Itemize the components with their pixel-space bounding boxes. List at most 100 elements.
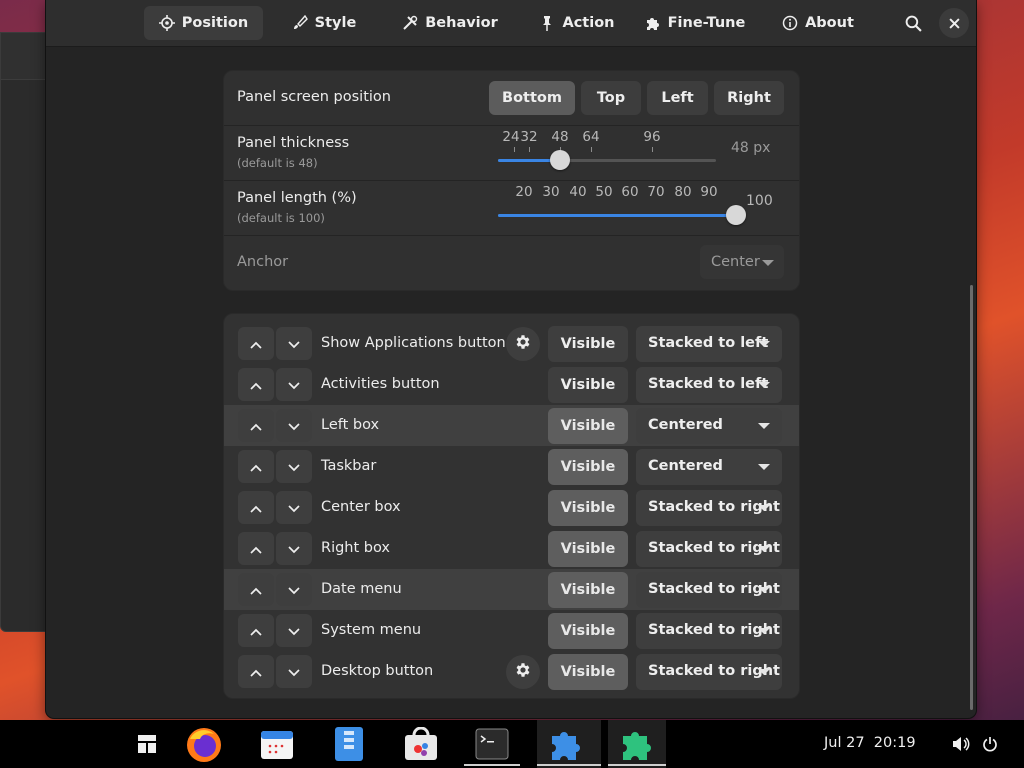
element-position-value: Stacked to left: [648, 335, 769, 351]
visibility-toggle[interactable]: Visible: [548, 613, 628, 649]
terminal-icon[interactable]: [472, 724, 512, 764]
length-label: Panel length (%): [237, 190, 357, 206]
move-down-button[interactable]: [276, 450, 312, 483]
close-button[interactable]: [939, 8, 969, 38]
length-default: (default is 100): [237, 211, 325, 225]
element-position-value: Centered: [648, 417, 723, 433]
move-down-button[interactable]: [276, 614, 312, 647]
element-position-dropdown[interactable]: Stacked to right: [636, 654, 782, 690]
move-down-button[interactable]: [276, 409, 312, 442]
element-position-dropdown[interactable]: Stacked to left: [636, 367, 782, 403]
move-up-button[interactable]: [238, 532, 274, 565]
chevron-down-icon: [288, 621, 300, 640]
length-mark: 70: [647, 184, 665, 200]
search-icon: [905, 15, 922, 32]
background-window[interactable]: [0, 32, 50, 632]
files-icon[interactable]: [329, 724, 369, 764]
software-store-icon[interactable]: [401, 724, 441, 764]
clock[interactable]: Jul 27 20:19: [824, 735, 916, 751]
tab-fine-tune[interactable]: Fine-Tune: [644, 6, 746, 40]
move-down-button[interactable]: [276, 532, 312, 565]
element-row: Activities button Visible Stacked to left: [224, 364, 799, 405]
panel-geometry-card: Panel screen position Bottom Top Left Ri…: [223, 70, 800, 291]
chevron-down-icon: [758, 382, 770, 388]
position-top-button[interactable]: Top: [581, 81, 641, 115]
move-down-button[interactable]: [276, 655, 312, 688]
move-up-button[interactable]: [238, 491, 274, 524]
tab-position[interactable]: Position: [144, 6, 263, 40]
app-grid-icon[interactable]: [127, 724, 167, 764]
element-position-dropdown[interactable]: Centered: [636, 449, 782, 485]
element-position-dropdown[interactable]: Stacked to right: [636, 531, 782, 567]
crosshair-icon: [158, 15, 175, 31]
visibility-toggle[interactable]: Visible: [548, 531, 628, 567]
element-settings-button[interactable]: [506, 327, 540, 361]
tab-style[interactable]: Style: [286, 6, 362, 40]
element-position-dropdown[interactable]: Stacked to right: [636, 572, 782, 608]
move-up-button[interactable]: [238, 327, 274, 360]
length-row: Panel length (%) (default is 100) 20 30 …: [224, 180, 799, 236]
dash-to-panel-settings-icon[interactable]: [617, 724, 657, 764]
visibility-toggle[interactable]: Visible: [548, 449, 628, 485]
tab-about[interactable]: About: [782, 6, 854, 40]
tab-label: Behavior: [425, 15, 498, 31]
element-settings-button[interactable]: [506, 655, 540, 689]
move-up-button[interactable]: [238, 409, 274, 442]
anchor-label: Anchor: [237, 254, 289, 270]
scrollbar[interactable]: [970, 285, 973, 710]
element-position-dropdown[interactable]: Stacked to right: [636, 613, 782, 649]
element-position-dropdown[interactable]: Stacked to right: [636, 490, 782, 526]
anchor-dropdown[interactable]: Center: [700, 245, 784, 279]
length-mark: 20: [515, 184, 533, 200]
thickness-default: (default is 48): [237, 156, 318, 170]
position-right-button[interactable]: Right: [714, 81, 784, 115]
tab-action[interactable]: Action: [533, 6, 621, 40]
firefox-icon[interactable]: [184, 724, 224, 764]
visibility-toggle[interactable]: Visible: [548, 490, 628, 526]
thickness-mark: 32: [520, 129, 538, 145]
move-up-button[interactable]: [238, 614, 274, 647]
anchor-row: Anchor Center: [224, 235, 799, 290]
move-up-button[interactable]: [238, 655, 274, 688]
chevron-down-icon: [762, 260, 774, 266]
chevron-down-icon: [288, 580, 300, 599]
chevron-up-icon: [250, 662, 262, 681]
chevron-down-icon: [288, 539, 300, 558]
brush-icon: [293, 15, 308, 29]
thickness-slider-handle[interactable]: [550, 150, 570, 170]
gear-icon: [514, 333, 532, 355]
move-up-button[interactable]: [238, 450, 274, 483]
visibility-toggle[interactable]: Visible: [548, 367, 628, 403]
position-bottom-button[interactable]: Bottom: [489, 81, 575, 115]
element-position-dropdown[interactable]: Stacked to left: [636, 326, 782, 362]
element-position-dropdown[interactable]: Centered: [636, 408, 782, 444]
search-button[interactable]: [898, 8, 928, 38]
move-down-button[interactable]: [276, 327, 312, 360]
extensions-icon[interactable]: [546, 724, 586, 764]
power-icon[interactable]: [971, 724, 1009, 764]
visibility-toggle[interactable]: Visible: [548, 408, 628, 444]
element-name: Activities button: [321, 376, 440, 392]
length-slider-handle[interactable]: [726, 205, 746, 225]
move-down-button[interactable]: [276, 368, 312, 401]
chevron-up-icon: [250, 334, 262, 353]
chevron-down-icon: [758, 341, 770, 347]
move-up-button[interactable]: [238, 573, 274, 606]
time-text: 20:19: [873, 735, 916, 751]
thickness-mark: 96: [643, 129, 661, 145]
element-name: Taskbar: [321, 458, 377, 474]
move-down-button[interactable]: [276, 573, 312, 606]
move-down-button[interactable]: [276, 491, 312, 524]
visibility-toggle[interactable]: Visible: [548, 572, 628, 608]
element-row: Right box Visible Stacked to right: [224, 528, 799, 569]
element-row: Desktop button Visible Stacked to right: [224, 651, 799, 692]
thickness-mark: 64: [582, 129, 600, 145]
position-left-button[interactable]: Left: [647, 81, 708, 115]
calendar-icon[interactable]: [257, 724, 297, 764]
length-value: 100: [746, 193, 773, 209]
tab-label: Action: [562, 15, 615, 31]
move-up-button[interactable]: [238, 368, 274, 401]
visibility-toggle[interactable]: Visible: [548, 326, 628, 362]
tab-behavior[interactable]: Behavior: [396, 6, 504, 40]
visibility-toggle[interactable]: Visible: [548, 654, 628, 690]
